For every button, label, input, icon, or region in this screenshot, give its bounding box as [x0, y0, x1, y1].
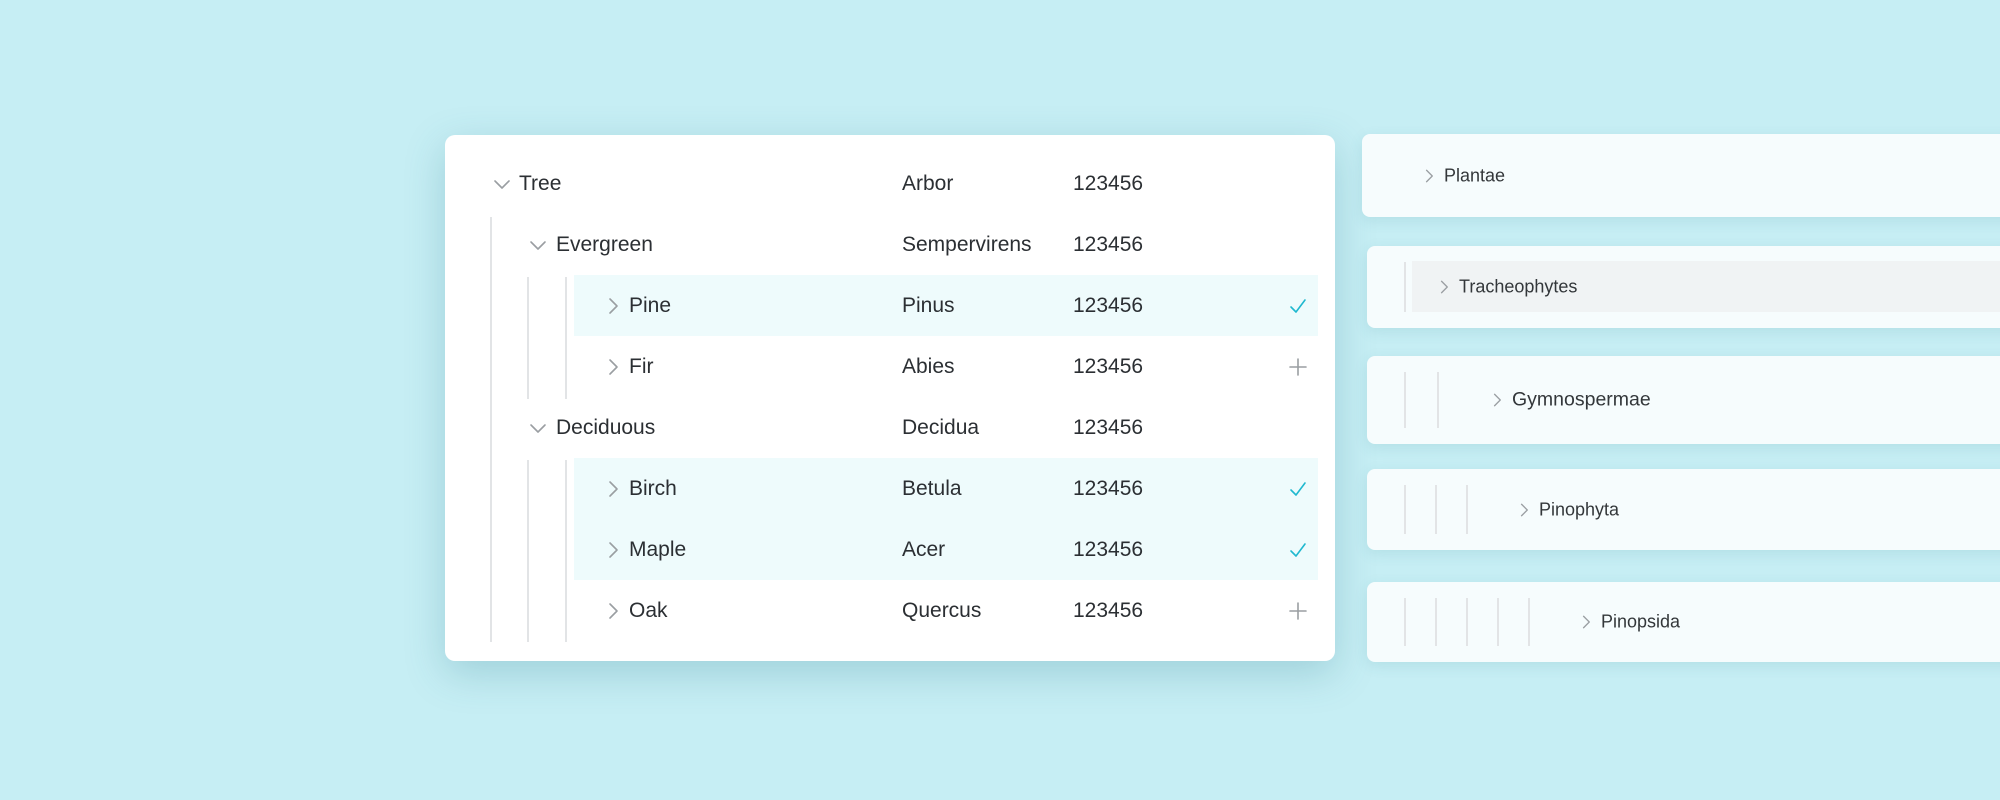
hierarchy-label: Tracheophytes	[1459, 276, 1578, 297]
tree-row[interactable]: Tree Arbor 123456	[445, 153, 1335, 214]
row-code: 123456	[1073, 537, 1144, 561]
tree-table-panel: Tree Arbor 123456 Evergreen Sempervirens 1234…	[445, 135, 1335, 661]
hierarchy-label: Pinophyta	[1539, 499, 1620, 519]
row-name: Maple	[629, 537, 687, 561]
hierarchy-card[interactable]: Pinophyta	[1367, 469, 2000, 550]
row-name: Oak	[629, 598, 668, 622]
chevron-right-icon[interactable]	[602, 356, 624, 378]
row-name: Pine	[629, 293, 672, 317]
check-icon[interactable]	[1287, 295, 1309, 317]
indent-guide-line	[1528, 598, 1530, 646]
row-name: Tree	[519, 171, 562, 195]
row-latin-name: Pinus	[902, 293, 955, 317]
row-latin-name: Acer	[902, 537, 946, 561]
indent-guide-line	[1466, 598, 1468, 646]
tree-row[interactable]: Fir Abies 123456	[445, 336, 1335, 397]
hierarchy-label: Gymnospermae	[1512, 388, 1651, 411]
chevron-right-icon[interactable]	[1488, 391, 1506, 409]
tree-row[interactable]: Pine Pinus 123456	[445, 275, 1335, 336]
chevron-right-icon[interactable]	[1420, 167, 1438, 185]
indent-guide-line	[1435, 485, 1437, 534]
indent-guide-line	[1435, 598, 1437, 646]
hierarchy-label: Plantae	[1444, 165, 1506, 185]
row-latin-name: Betula	[902, 476, 962, 500]
chevron-down-icon[interactable]	[491, 173, 513, 195]
tree-row[interactable]: Deciduous Decidua 123456	[445, 397, 1335, 458]
row-code: 123456	[1073, 354, 1144, 378]
hierarchy-label: Pinopsida	[1601, 611, 1681, 632]
tree-row[interactable]: Maple Acer 123456	[445, 519, 1335, 580]
check-icon[interactable]	[1287, 539, 1309, 561]
row-code: 123456	[1073, 171, 1144, 195]
tree-row[interactable]: Birch Betula 123456	[445, 458, 1335, 519]
chevron-right-icon[interactable]	[1577, 613, 1595, 631]
row-name: Birch	[629, 476, 677, 500]
row-name: Fir	[629, 354, 654, 378]
check-icon[interactable]	[1287, 478, 1309, 500]
tree-row[interactable]: Evergreen Sempervirens 123456	[445, 214, 1335, 275]
hierarchy-card[interactable]: Plantae	[1362, 134, 2000, 217]
row-latin-name: Abies	[902, 354, 955, 378]
hierarchy-card[interactable]: Tracheophytes	[1367, 246, 2000, 328]
row-latin-name: Sempervirens	[902, 232, 1032, 256]
chevron-right-icon[interactable]	[1515, 501, 1533, 519]
indent-guide-line	[1404, 485, 1406, 534]
row-latin-name: Decidua	[902, 415, 980, 439]
indent-guide-line	[1437, 372, 1439, 428]
row-code: 123456	[1073, 232, 1144, 256]
chevron-right-icon[interactable]	[602, 539, 624, 561]
row-latin-name: Arbor	[902, 171, 954, 195]
chevron-down-icon[interactable]	[527, 417, 549, 439]
chevron-right-icon[interactable]	[602, 295, 624, 317]
row-code: 123456	[1073, 476, 1144, 500]
chevron-right-icon[interactable]	[602, 478, 624, 500]
indent-guide-line	[1466, 485, 1468, 534]
chevron-down-icon[interactable]	[527, 234, 549, 256]
chevron-right-icon[interactable]	[1435, 278, 1453, 296]
row-code: 123456	[1073, 415, 1144, 439]
chevron-right-icon[interactable]	[602, 600, 624, 622]
row-code: 123456	[1073, 293, 1144, 317]
indent-guide-line	[1404, 372, 1406, 428]
indent-guide-line	[1404, 262, 1406, 312]
indent-guide-line	[1404, 598, 1406, 646]
plus-icon[interactable]	[1287, 356, 1309, 378]
indent-guide-line	[1497, 598, 1499, 646]
row-name: Evergreen	[556, 232, 653, 256]
tree-row[interactable]: Oak Quercus 123456	[445, 580, 1335, 641]
hierarchy-card[interactable]: Gymnospermae	[1367, 356, 2000, 444]
row-name: Deciduous	[556, 415, 656, 439]
row-code: 123456	[1073, 598, 1144, 622]
row-latin-name: Quercus	[902, 598, 982, 622]
hierarchy-card[interactable]: Pinopsida	[1367, 582, 2000, 662]
plus-icon[interactable]	[1287, 600, 1309, 622]
